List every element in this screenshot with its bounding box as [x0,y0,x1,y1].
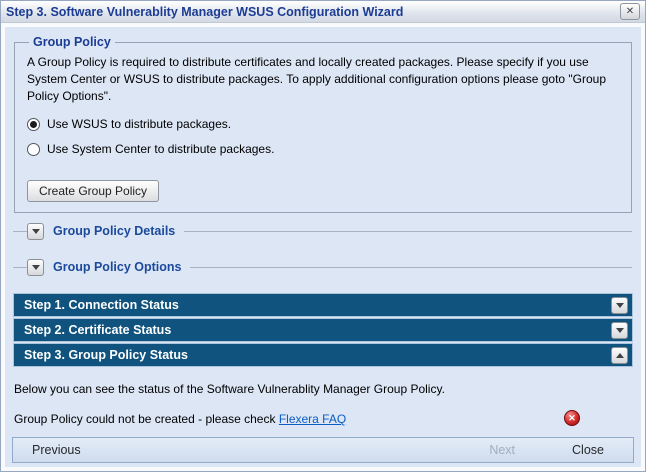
step2-label: Step 2. Certificate Status [24,323,171,337]
flexera-faq-link[interactable]: Flexera FAQ [279,412,346,426]
radio-system-center-icon[interactable] [27,143,40,156]
status-accordion: Step 1. Connection Status Step 2. Certif… [13,293,633,368]
close-icon: ✕ [626,7,634,17]
close-wizard-button[interactable]: Close [572,443,604,457]
next-button: Next [489,443,515,457]
section-label: Group Policy Options [53,260,181,274]
wizard-dialog: Step 3. Software Vulnerablity Manager WS… [0,0,646,472]
expand-group-policy-options-button[interactable] [27,259,44,276]
create-group-policy-button[interactable]: Create Group Policy [27,180,159,202]
group-policy-legend: Group Policy [29,35,115,49]
step1-toggle-button[interactable] [611,297,628,314]
step3-toggle-button[interactable] [611,347,628,364]
radio-wsus-label: Use WSUS to distribute packages. [47,117,231,131]
wizard-footer: Previous Next Close [12,437,634,463]
group-policy-description: A Group Policy is required to distribute… [27,54,619,104]
status-error-text: Group Policy could not be created - plea… [14,412,346,426]
content-area: Group Policy A Group Policy is required … [5,27,641,467]
section-label: Group Policy Details [53,224,175,238]
expand-group-policy-details-button[interactable] [27,223,44,240]
accordion-step3-group-policy-status[interactable]: Step 3. Group Policy Status [13,343,633,367]
previous-button[interactable]: Previous [32,443,81,457]
radio-option-wsus[interactable]: Use WSUS to distribute packages. [27,117,619,131]
chevron-up-icon [616,353,624,358]
radio-wsus-icon[interactable] [27,118,40,131]
error-icon: ✕ [564,410,580,426]
accordion-step1-connection-status[interactable]: Step 1. Connection Status [13,293,633,317]
status-error-row: Group Policy could not be created - plea… [14,412,632,426]
close-button[interactable]: ✕ [620,3,640,20]
group-policy-fieldset: Group Policy A Group Policy is required … [14,35,632,213]
chevron-down-icon [616,328,624,333]
accordion-step2-certificate-status[interactable]: Step 2. Certificate Status [13,318,633,342]
chevron-down-icon [32,229,40,234]
dialog-body: Group Policy A Group Policy is required … [1,23,645,471]
section-group-policy-options: Group Policy Options [13,249,633,285]
radio-system-center-label: Use System Center to distribute packages… [47,142,274,156]
title-bar: Step 3. Software Vulnerablity Manager WS… [1,1,645,23]
status-intro-text: Below you can see the status of the Soft… [14,382,632,396]
step2-toggle-button[interactable] [611,322,628,339]
radio-option-system-center[interactable]: Use System Center to distribute packages… [27,142,619,156]
dialog-title: Step 3. Software Vulnerablity Manager WS… [6,5,403,19]
chevron-down-icon [616,303,624,308]
step3-label: Step 3. Group Policy Status [24,348,188,362]
chevron-down-icon [32,265,40,270]
step1-label: Step 1. Connection Status [24,298,179,312]
section-group-policy-details: Group Policy Details [13,213,633,249]
